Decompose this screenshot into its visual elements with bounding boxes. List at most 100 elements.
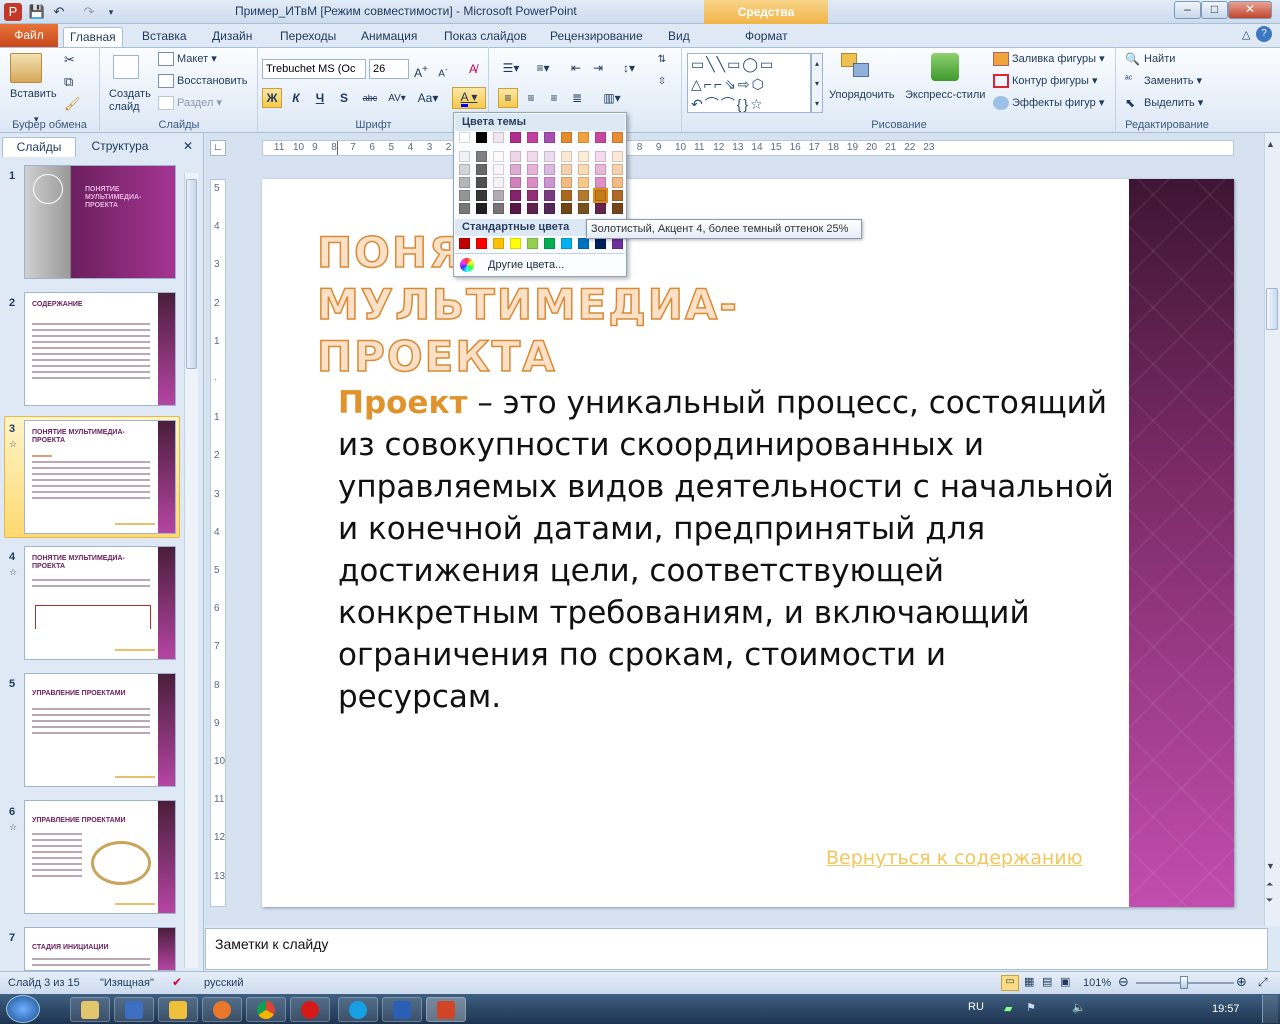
shape-fill-button[interactable]: Заливка фигуры ▾ bbox=[993, 52, 1105, 67]
fit-slide-icon[interactable]: ⤢ bbox=[1258, 975, 1268, 990]
tab-review[interactable]: Рецензирование bbox=[544, 27, 649, 47]
color-swatch[interactable] bbox=[544, 203, 555, 214]
standard-color-swatch[interactable] bbox=[527, 238, 538, 249]
color-swatch[interactable] bbox=[510, 190, 521, 201]
underline-icon[interactable]: Ч bbox=[310, 88, 330, 108]
color-swatch[interactable] bbox=[527, 203, 538, 214]
redo-icon[interactable]: ↷ bbox=[80, 3, 98, 21]
layout-button[interactable]: Макет ▾ bbox=[158, 52, 217, 67]
ribbon-minimize-icon[interactable]: △ bbox=[1236, 26, 1256, 46]
windows-start-button[interactable] bbox=[6, 995, 40, 1023]
color-swatch[interactable] bbox=[578, 203, 589, 214]
standard-color-swatch[interactable] bbox=[493, 238, 504, 249]
slide-title[interactable]: ПОНЯТИЕ МУЛЬТИМЕДИА-ПРОЕКТА bbox=[316, 227, 937, 383]
taskbar-player-icon[interactable] bbox=[158, 997, 198, 1022]
standard-color-swatch[interactable] bbox=[510, 238, 521, 249]
taskbar-skype-icon[interactable] bbox=[338, 997, 378, 1022]
color-swatch[interactable] bbox=[561, 164, 572, 175]
paste-button[interactable]: Вставить bbox=[10, 88, 57, 100]
shapes-gallery[interactable]: ▭╲╲▭◯▭ △⌐⌐⇘⇨⬡ ↶⌒⌒{}☆ bbox=[687, 53, 811, 113]
color-swatch[interactable] bbox=[476, 190, 487, 201]
close-pane-icon[interactable]: ✕ bbox=[180, 137, 196, 157]
color-swatch[interactable] bbox=[459, 132, 470, 143]
color-swatch[interactable] bbox=[527, 151, 538, 162]
tray-nvidia-icon[interactable]: ▰ bbox=[1004, 1002, 1012, 1015]
undo-icon[interactable]: ↶ bbox=[50, 3, 68, 21]
show-desktop-button[interactable] bbox=[1262, 995, 1278, 1023]
decrease-indent-icon[interactable]: ⇤ bbox=[566, 58, 586, 78]
tab-view[interactable]: Вид bbox=[662, 27, 696, 47]
tray-volume-icon[interactable]: 🔈 bbox=[1072, 1001, 1086, 1014]
color-swatch[interactable] bbox=[578, 190, 589, 201]
font-size-combo[interactable]: 26 bbox=[369, 59, 409, 79]
italic-icon[interactable]: К bbox=[286, 88, 306, 108]
replace-button[interactable]: ᵃᶜ Заменить ▾ bbox=[1125, 74, 1202, 88]
minimize-button[interactable]: – bbox=[1174, 1, 1201, 19]
cut-icon[interactable]: ✂ bbox=[64, 52, 75, 68]
vertical-ruler[interactable]: 5 4 3 2 1 · 1 2 3 4 5 6 7 8 9 10 11 12 13 bbox=[210, 179, 226, 907]
text-direction-icon[interactable]: ⇅ bbox=[650, 49, 674, 69]
zoom-in-icon[interactable]: ⊕ bbox=[1236, 974, 1247, 990]
strikethrough-icon[interactable]: abc bbox=[358, 88, 382, 108]
grow-font-icon[interactable]: A+ bbox=[411, 59, 431, 80]
tab-file[interactable]: Файл bbox=[0, 24, 58, 47]
clear-format-icon[interactable]: A̸ bbox=[463, 59, 483, 79]
color-swatch[interactable] bbox=[561, 132, 572, 143]
color-swatch[interactable] bbox=[476, 132, 487, 143]
taskbar-media-icon[interactable] bbox=[114, 997, 154, 1022]
status-theme-name[interactable]: "Изящная" bbox=[100, 977, 154, 989]
color-swatch[interactable] bbox=[561, 190, 572, 201]
color-swatch[interactable] bbox=[510, 177, 521, 188]
color-swatch[interactable] bbox=[527, 132, 538, 143]
color-swatch[interactable] bbox=[595, 177, 606, 188]
new-slide-button[interactable]: Создать слайд bbox=[109, 88, 155, 114]
zoom-out-icon[interactable]: ⊖ bbox=[1118, 974, 1129, 990]
align-text-icon[interactable]: ⇳ bbox=[650, 71, 674, 91]
color-swatch[interactable] bbox=[459, 164, 470, 175]
color-swatch[interactable] bbox=[544, 164, 555, 175]
color-swatch[interactable] bbox=[459, 203, 470, 214]
slide-thumb-4[interactable]: ПОНЯТИЕ МУЛЬТИМЕДИА-ПРОЕКТА bbox=[24, 546, 176, 660]
scroll-thumb[interactable] bbox=[1266, 288, 1278, 330]
align-center-icon[interactable]: ≡ bbox=[521, 88, 541, 108]
font-name-combo[interactable]: Trebuchet MS (Ос bbox=[262, 59, 366, 79]
zoom-slider-thumb[interactable] bbox=[1180, 976, 1188, 989]
more-colors-button[interactable]: Другие цвета... bbox=[488, 259, 564, 271]
standard-color-swatch[interactable] bbox=[595, 238, 606, 249]
color-swatch[interactable] bbox=[593, 188, 608, 203]
color-swatch[interactable] bbox=[544, 190, 555, 201]
color-swatch[interactable] bbox=[612, 151, 623, 162]
color-swatch[interactable] bbox=[476, 177, 487, 188]
maximize-button[interactable]: □ bbox=[1201, 1, 1228, 19]
color-swatch[interactable] bbox=[595, 132, 606, 143]
taskbar-explorer-icon[interactable] bbox=[70, 997, 110, 1022]
line-spacing-icon[interactable]: ↕▾ bbox=[616, 58, 642, 78]
taskbar-opera-icon[interactable] bbox=[290, 997, 330, 1022]
slide-thumb-3[interactable]: ПОНЯТИЕ МУЛЬТИМЕДИА-ПРОЕКТА bbox=[24, 420, 176, 534]
find-button[interactable]: 🔍 Найти bbox=[1125, 52, 1175, 66]
color-swatch[interactable] bbox=[476, 203, 487, 214]
slide-body-text[interactable]: Проект – это уникальный процесс, состоящ… bbox=[338, 382, 1118, 718]
slide-thumb-1[interactable]: ПОНЯТИЕ МУЛЬТИМЕДИА-ПРОЕКТА bbox=[24, 165, 176, 279]
save-icon[interactable]: 💾 bbox=[28, 3, 46, 21]
indent-marker-icon[interactable] bbox=[337, 141, 341, 155]
shape-outline-button[interactable]: Контур фигуры ▾ bbox=[993, 74, 1098, 89]
tab-transitions[interactable]: Переходы bbox=[274, 27, 342, 47]
color-swatch[interactable] bbox=[612, 164, 623, 175]
color-swatch[interactable] bbox=[510, 151, 521, 162]
bullets-icon[interactable]: ☰▾ bbox=[498, 58, 524, 78]
standard-color-swatch[interactable] bbox=[476, 238, 487, 249]
color-swatch[interactable] bbox=[527, 164, 538, 175]
shapes-gallery-scroll[interactable]: ▴ ▾ ▾ bbox=[811, 53, 823, 113]
tab-insert[interactable]: Вставка bbox=[136, 27, 193, 47]
section-button[interactable]: Раздел ▾ bbox=[158, 96, 222, 111]
increase-indent-icon[interactable]: ⇥ bbox=[588, 58, 608, 78]
color-swatch[interactable] bbox=[612, 132, 623, 143]
back-to-contents-link[interactable]: Вернуться к содержанию bbox=[826, 847, 1083, 869]
color-swatch[interactable] bbox=[510, 203, 521, 214]
taskbar-powerpoint-icon[interactable] bbox=[426, 997, 466, 1022]
color-swatch[interactable] bbox=[595, 151, 606, 162]
color-swatch[interactable] bbox=[578, 151, 589, 162]
tab-home[interactable]: Главная bbox=[63, 27, 123, 47]
color-swatch[interactable] bbox=[595, 203, 606, 214]
